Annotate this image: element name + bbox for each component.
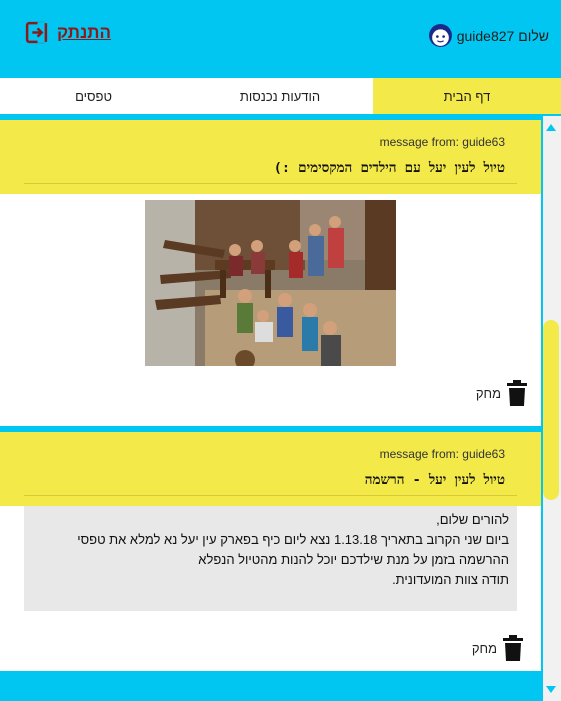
messages-feed-area[interactable]: message from: guide63 טיול לעין יעל עם ה…	[0, 114, 561, 701]
delete-button[interactable]: מחק	[472, 635, 523, 661]
message-sender: message from: guide63	[379, 135, 505, 149]
scroll-down-arrow-icon[interactable]	[545, 684, 557, 696]
message-footer: מחק	[0, 366, 541, 426]
trash-icon	[503, 635, 523, 661]
message-body-line: ביום שני הקרוב בתאריך 1.13.18 נצא ליום כ…	[77, 532, 509, 547]
message-body: להורים שלום, ביום שני הקרוב בתאריך 1.13.…	[24, 506, 517, 611]
scrollbar-thumb[interactable]	[543, 320, 559, 500]
message-photo	[145, 200, 396, 366]
message-body-line: תודה צוות המועדונית.	[392, 572, 509, 587]
scroll-up-arrow-icon[interactable]	[545, 121, 557, 133]
message-card: message from: guide63 טיול לעין יעל עם ה…	[0, 120, 541, 426]
message-title: טיול לעין יעל עם הילדים המקסימים :)	[273, 160, 505, 176]
message-sender: message from: guide63	[379, 447, 505, 461]
message-card: message from: guide63 טיול לעין יעל - הר…	[0, 432, 541, 671]
boy-face-icon	[428, 24, 452, 47]
logout-label: התנתק	[57, 22, 111, 42]
message-header: message from: guide63 טיול לעין יעל - הר…	[0, 432, 541, 506]
delete-label: מחק	[471, 640, 497, 656]
delete-label: מחק	[475, 385, 501, 401]
tab-home[interactable]: דף הבית	[373, 78, 561, 114]
user-greeting: שלום guide827	[428, 23, 549, 48]
logout-icon	[25, 21, 48, 44]
trash-icon	[507, 380, 527, 406]
delete-button[interactable]: מחק	[476, 380, 527, 406]
messages-feed: message from: guide63 טיול לעין יעל עם ה…	[0, 120, 541, 671]
vertical-scrollbar[interactable]	[541, 116, 561, 701]
title-divider	[24, 183, 517, 184]
message-title: טיול לעין יעל - הרשמה	[364, 472, 505, 488]
message-body-line: להורים שלום,	[436, 512, 509, 527]
logout-button[interactable]: התנתק	[24, 20, 111, 45]
tab-bar: דף הבית הודעות נכנסות טפסים	[0, 78, 561, 114]
app-header: התנתק שלום guide827	[0, 0, 561, 78]
message-footer: מחק	[0, 611, 541, 671]
tab-forms[interactable]: טפסים	[0, 78, 187, 114]
greeting-text: שלום guide827	[456, 27, 549, 44]
title-divider	[24, 495, 517, 496]
message-header: message from: guide63 טיול לעין יעל עם ה…	[0, 120, 541, 194]
message-body-line: ההרשמה בזמן על מנת שילדכם יוכל להנות מהט…	[198, 552, 509, 567]
tab-incoming-messages[interactable]: הודעות נכנסות	[187, 78, 373, 114]
